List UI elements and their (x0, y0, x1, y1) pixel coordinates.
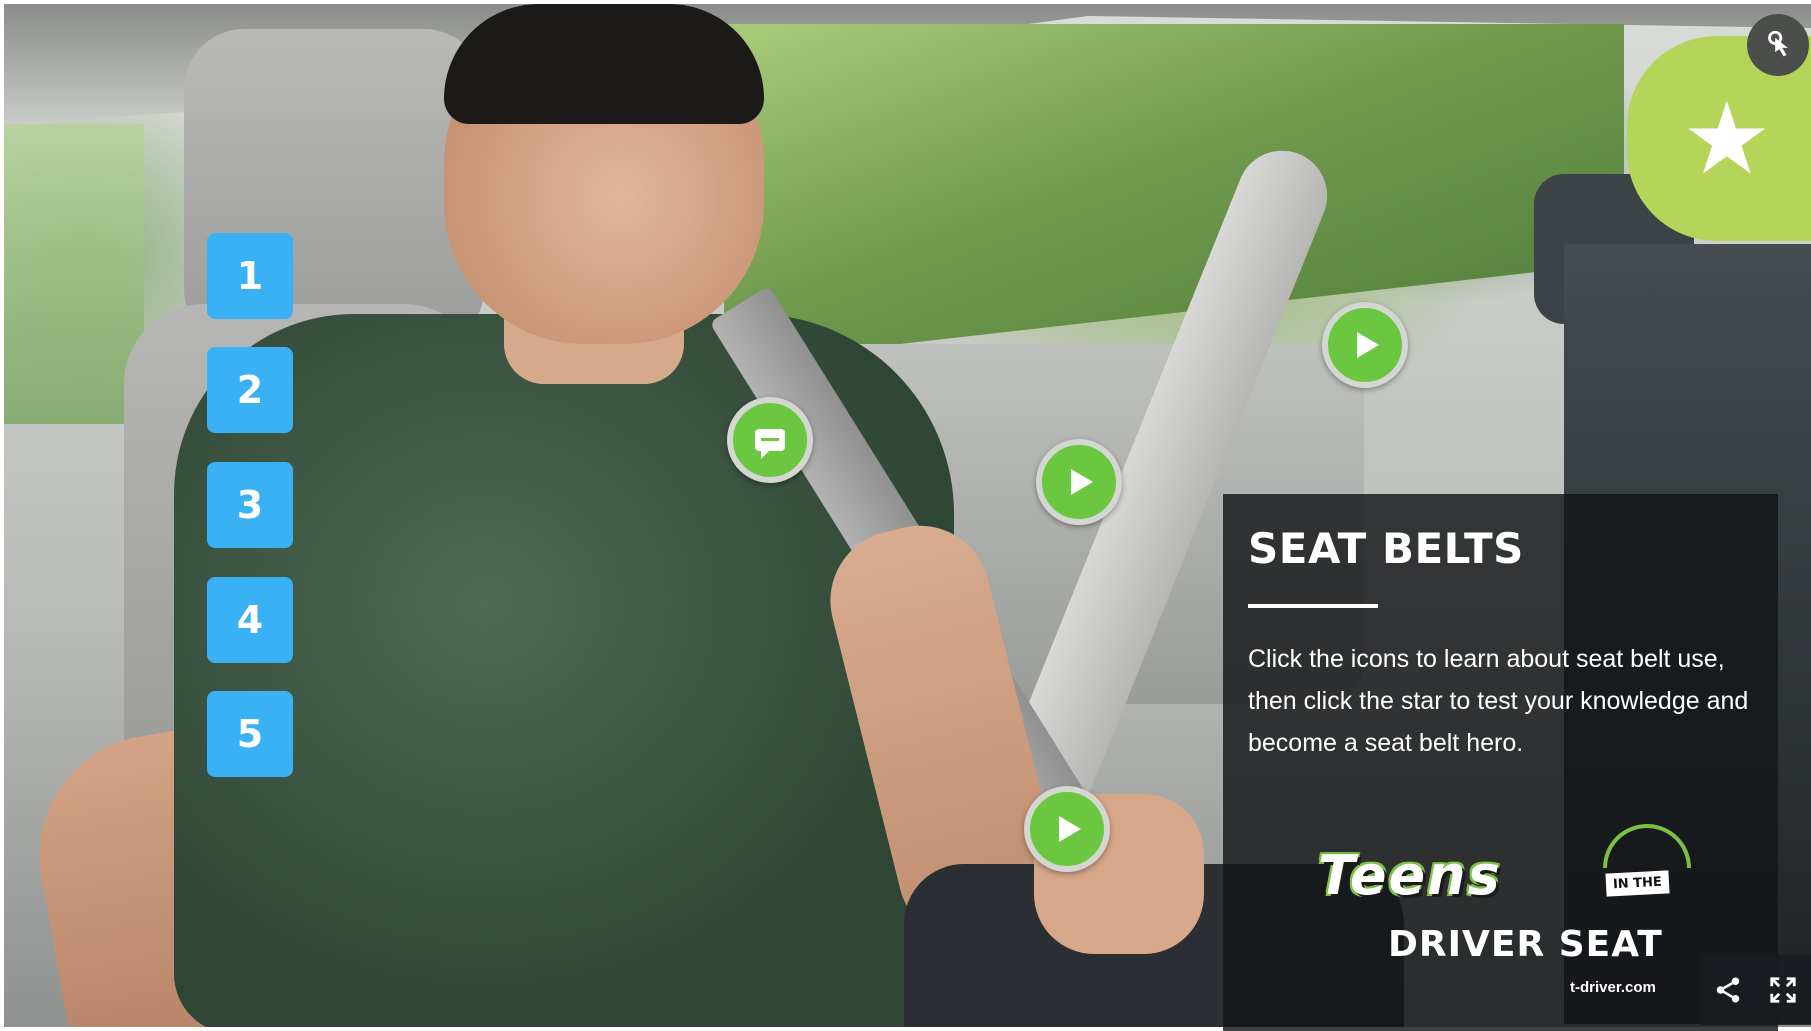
touch-icon-glyph (1768, 30, 1788, 57)
title-divider (1248, 604, 1378, 608)
fullscreen-icon[interactable] (1768, 975, 1798, 1005)
play-icon (1059, 816, 1081, 842)
viewer-controls (1700, 955, 1811, 1025)
logo-domain: t-driver.com (1570, 979, 1656, 996)
panel-body: Click the icons to learn about seat belt… (1248, 645, 1749, 757)
panel-title: SEAT BELTS (1248, 524, 1524, 573)
rear-window (4, 124, 144, 424)
play-icon (1071, 469, 1093, 495)
play-icon (1357, 332, 1379, 358)
side-window-trees (724, 24, 1624, 364)
logo-in-the: IN THE (1605, 870, 1670, 897)
number-label: 1 (236, 254, 264, 298)
hotspot-speech-bubble[interactable] (727, 397, 813, 483)
number-button-5[interactable]: 5 (207, 691, 293, 777)
number-button-4[interactable]: 4 (207, 577, 293, 663)
share-icon[interactable] (1713, 975, 1743, 1005)
teens-in-the-driver-seat-logo: Teens IN THE DRIVER SEAT t-driver.com (1318, 824, 1698, 1014)
hotspot-play-door[interactable] (1036, 439, 1122, 525)
logo-driver-seat: DRIVER SEAT (1388, 924, 1663, 965)
number-label: 4 (236, 598, 264, 642)
hotspot-play-buckle[interactable] (1024, 786, 1110, 872)
star-icon: ★ (1682, 79, 1772, 197)
number-button-1[interactable]: 1 (207, 233, 293, 319)
speech-bubble-icon (755, 429, 785, 459)
number-button-2[interactable]: 2 (207, 347, 293, 433)
number-label: 2 (236, 368, 264, 412)
logo-teens: Teens (1318, 844, 1502, 907)
touch-icon[interactable] (1747, 14, 1809, 76)
person-hair (444, 4, 764, 124)
number-label: 3 (236, 483, 264, 527)
speedometer-icon (1603, 824, 1691, 868)
number-label: 5 (236, 712, 264, 756)
hotspot-play-wheel[interactable] (1322, 302, 1408, 388)
info-panel: SEAT BELTS Click the icons to learn abou… (1223, 494, 1778, 1031)
number-button-3[interactable]: 3 (207, 462, 293, 548)
